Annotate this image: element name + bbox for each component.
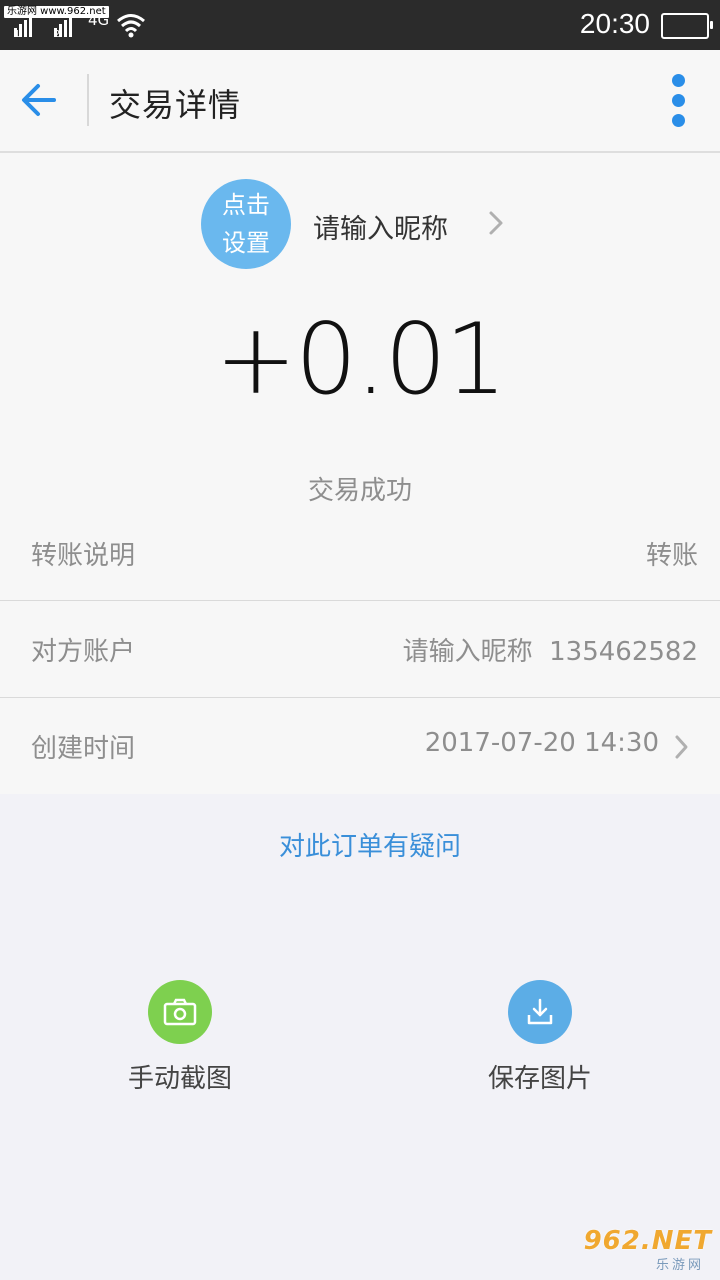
save-image-button[interactable]: 保存图片 (450, 980, 630, 1095)
transaction-amount: +0.01 (214, 303, 507, 417)
transaction-card: 点击 设置 请输入昵称 +0.01 交易成功 转账说明 转账 对方账户 请输入昵… (0, 153, 720, 794)
sim1-label: 1 (14, 29, 21, 40)
back-button[interactable] (16, 74, 66, 126)
row-value: 转账 (645, 541, 698, 571)
detail-row-created-time[interactable]: 创建时间 2017-07-20 14:30 (0, 698, 720, 794)
avatar-line2: 设置 (222, 229, 270, 257)
watermark-brand: 962.NET (583, 1226, 712, 1256)
row-label: 对方账户 (31, 637, 136, 667)
wifi-icon (117, 14, 145, 38)
screenshot-circle (148, 980, 212, 1044)
row-label: 转账说明 (31, 541, 136, 571)
network-type: 4G (88, 11, 110, 29)
arrow-left-icon (22, 84, 56, 116)
more-button[interactable] (664, 70, 694, 132)
order-question-link[interactable]: 对此订单有疑问 (0, 826, 720, 863)
nickname-link[interactable]: 请输入昵称 (313, 207, 448, 246)
screenshot-label: 手动截图 (127, 1064, 232, 1094)
clock: 20:30 (579, 8, 650, 39)
header-divider (87, 74, 89, 126)
screen: 乐游网 www.962.net 1 2 4G 20:30 交易详情 点击 设置 … (0, 0, 720, 1280)
status-bar: 乐游网 www.962.net 1 2 4G 20:30 (0, 0, 720, 50)
row-value: 请输入昵称 135462582 (402, 637, 698, 667)
camera-icon (163, 998, 197, 1026)
app-header: 交易详情 (0, 50, 720, 153)
page-title: 交易详情 (109, 86, 242, 124)
avatar-line1: 点击 (222, 191, 270, 219)
chevron-right-icon[interactable] (487, 209, 505, 237)
chevron-right-icon (675, 735, 688, 759)
sim2-label: 2 (54, 29, 61, 40)
avatar-button[interactable]: 点击 设置 (201, 179, 291, 269)
row-label: 创建时间 (31, 734, 136, 764)
save-image-label: 保存图片 (487, 1064, 592, 1094)
watermark-sub: 乐游网 (655, 1258, 704, 1273)
row-value: 2017-07-20 14:30 (424, 728, 659, 758)
save-circle (508, 980, 572, 1044)
download-icon (527, 998, 553, 1025)
transaction-status: 交易成功 (307, 476, 412, 506)
site-watermark-logo: 962.NET 乐游网 (582, 1226, 712, 1273)
detail-row-account: 对方账户 请输入昵称 135462582 (0, 601, 720, 697)
screenshot-button[interactable]: 手动截图 (90, 980, 270, 1095)
battery-icon (661, 13, 713, 39)
detail-row-remark: 转账说明 转账 (0, 505, 720, 601)
